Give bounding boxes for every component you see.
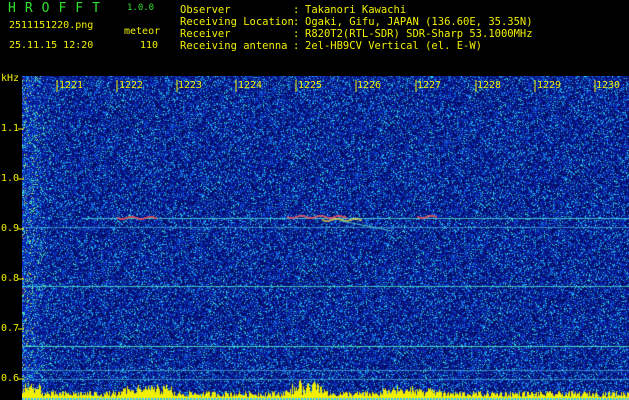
x-tick-1225: 1225 — [298, 80, 323, 91]
axis-ticks — [18, 80, 596, 380]
y-tick-1.0: 1.0 — [1, 173, 20, 184]
x-tick-1222: 1222 — [119, 80, 144, 91]
x-tick-1224: 1224 — [238, 80, 263, 91]
x-tick-1226: 1226 — [357, 80, 382, 91]
x-tick-1230: 1230 — [596, 80, 621, 91]
y-tick-1.1: 1.1 — [1, 123, 20, 134]
x-tick-1229: 1229 — [537, 80, 562, 91]
y-tick-0.6: 0.6 — [1, 373, 20, 384]
y-axis-unit: kHz — [1, 73, 20, 84]
y-tick-0.7: 0.7 — [1, 323, 20, 334]
x-tick-1228: 1228 — [477, 80, 502, 91]
x-tick-1227: 1227 — [417, 80, 442, 91]
x-tick-1223: 1223 — [178, 80, 203, 91]
x-tick-1221: 1221 — [59, 80, 84, 91]
y-tick-0.8: 0.8 — [1, 273, 20, 284]
y-tick-0.9: 0.9 — [1, 223, 20, 234]
